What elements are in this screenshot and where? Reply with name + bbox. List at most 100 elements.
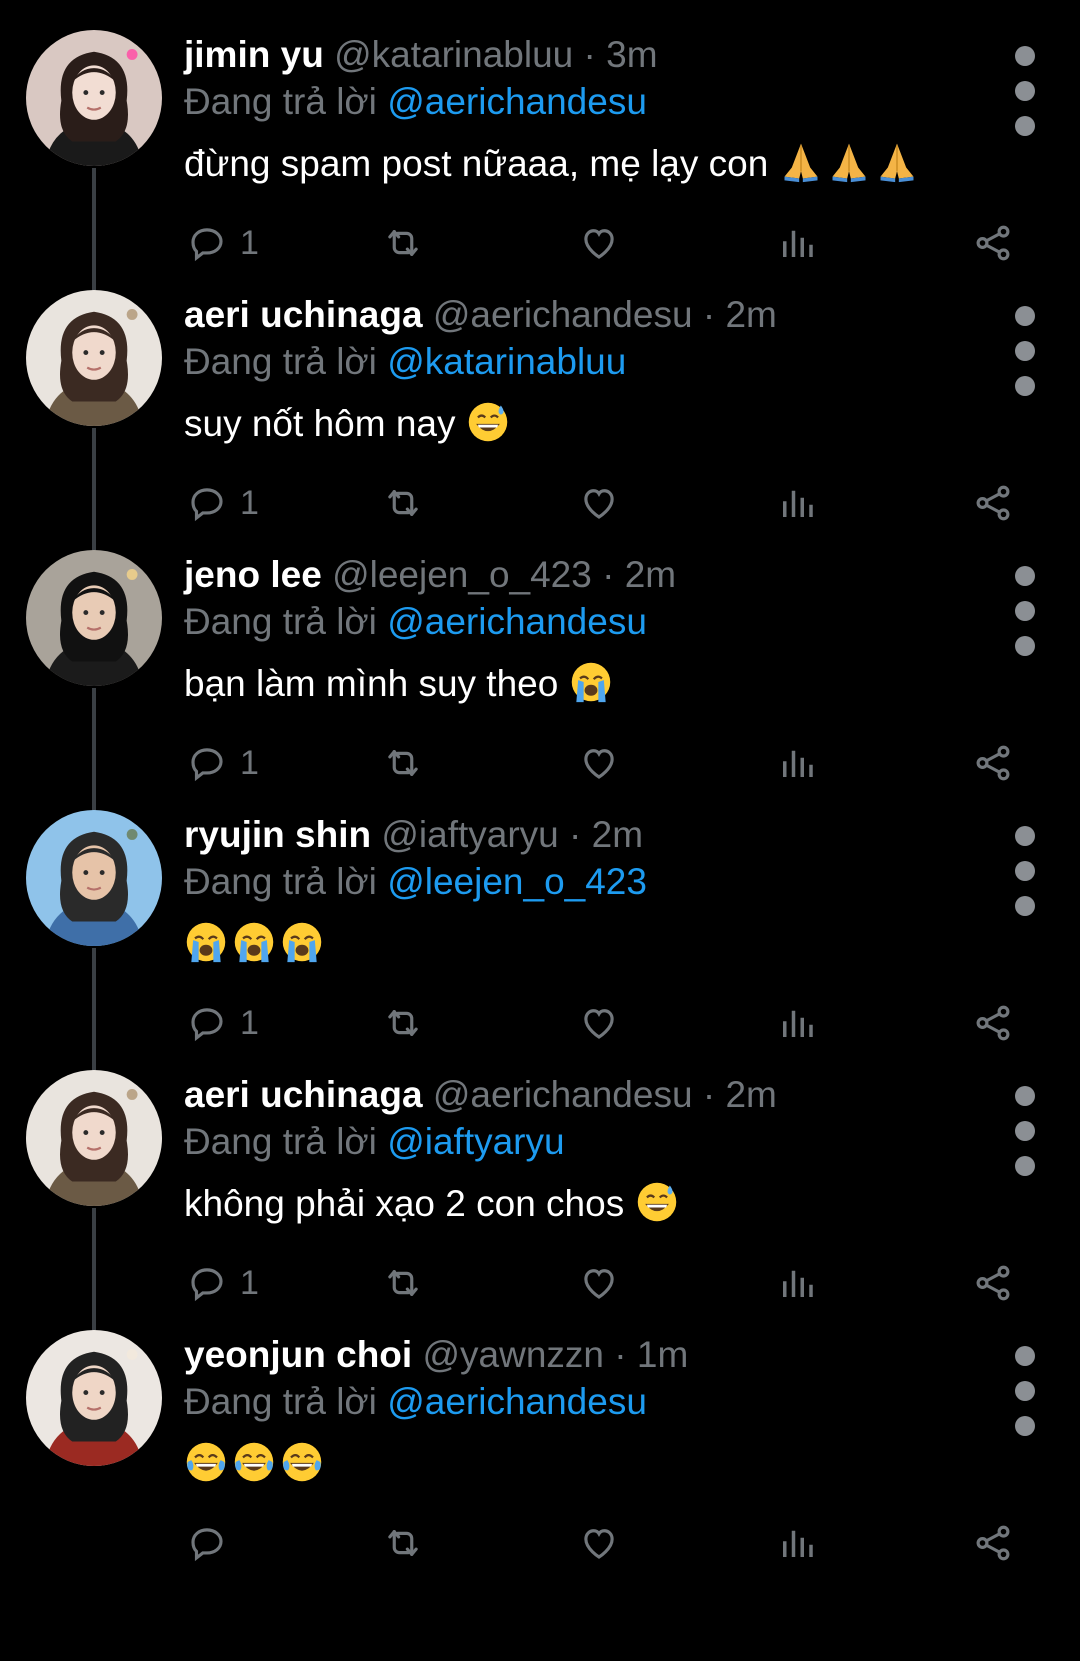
like-icon [578, 482, 620, 524]
more-options-icon[interactable] [1010, 1076, 1040, 1176]
display-name[interactable]: yeonjun choi [184, 1334, 412, 1375]
separator-dot: · [591, 554, 625, 595]
avatar[interactable] [26, 1330, 162, 1466]
timestamp[interactable]: 1m [637, 1334, 688, 1375]
like-icon [578, 1262, 620, 1304]
mention-link[interactable]: @leejen_o_423 [387, 861, 647, 902]
share-icon [972, 742, 1014, 784]
retweet-button[interactable] [382, 1518, 424, 1568]
more-options-icon[interactable] [1010, 1336, 1040, 1436]
like-button[interactable] [578, 1518, 620, 1568]
more-options-icon[interactable] [1010, 296, 1040, 396]
display-name[interactable]: aeri uchinaga [184, 1074, 423, 1115]
separator-dot: · [558, 814, 592, 855]
retweet-icon [382, 222, 424, 264]
tweet-header: aeri uchinaga @aerichandesu · 2m [184, 290, 777, 340]
reply-button[interactable] [186, 1518, 228, 1568]
replying-to: Đang trả lời @aerichandesu [184, 1378, 647, 1426]
tweet-reply[interactable]: yeonjun choi @yawnzzn · 1m Đang trả lời @… [0, 1300, 1080, 1576]
like-icon [578, 1002, 620, 1044]
share-button[interactable] [972, 1518, 1014, 1568]
replying-to-label: Đang trả lời [184, 81, 377, 122]
share-icon [972, 1262, 1014, 1304]
reply-thread: jimin yu @katarinabluu · 3m Đang trả lời … [0, 0, 1080, 1661]
reply-icon [186, 1002, 228, 1044]
mention-link[interactable]: @iaftyaryu [387, 1121, 564, 1162]
display-name[interactable]: jimin yu [184, 34, 324, 75]
mention-link[interactable]: @aerichandesu [387, 601, 647, 642]
replying-to: Đang trả lời @aerichandesu [184, 598, 647, 646]
grinning-sweat-emoji [635, 1180, 679, 1224]
avatar[interactable] [26, 1070, 162, 1206]
timestamp[interactable]: 2m [625, 554, 676, 595]
display-name[interactable]: jeno lee [184, 554, 322, 595]
tweet-header: jimin yu @katarinabluu · 3m [184, 30, 658, 80]
tweet-text [184, 916, 328, 972]
user-handle[interactable]: @aerichandesu [433, 1074, 693, 1115]
retweet-icon [382, 742, 424, 784]
avatar[interactable] [26, 810, 162, 946]
tweet-reply[interactable]: jimin yu @katarinabluu · 3m Đang trả lời … [0, 0, 1080, 320]
timestamp[interactable]: 3m [606, 34, 657, 75]
loudly-crying-emoji [569, 660, 613, 704]
replying-to-label: Đang trả lời [184, 861, 377, 902]
tweet-header: aeri uchinaga @aerichandesu · 2m [184, 1070, 777, 1120]
avatar[interactable] [26, 30, 162, 166]
tweet-text: bạn làm mình suy theo [184, 656, 617, 712]
reply-icon [186, 742, 228, 784]
user-handle[interactable]: @iaftyaryu [381, 814, 558, 855]
loudly-crying-emoji [184, 920, 228, 964]
share-icon [972, 482, 1014, 524]
separator-dot: · [692, 1074, 726, 1115]
like-icon [578, 222, 620, 264]
tweet-reply[interactable]: aeri uchinaga @aerichandesu · 2m Đang trả… [0, 260, 1080, 580]
loudly-crying-emoji [280, 920, 324, 964]
timestamp[interactable]: 2m [725, 294, 776, 335]
share-icon [972, 1002, 1014, 1044]
user-handle[interactable]: @yawnzzn [422, 1334, 604, 1375]
tears-of-joy-emoji [232, 1440, 276, 1484]
tweet-reply[interactable]: jeno lee @leejen_o_423 · 2m Đang trả lời … [0, 520, 1080, 840]
views-icon [776, 222, 818, 264]
folded-hands-emoji [827, 140, 871, 184]
user-handle[interactable]: @leejen_o_423 [332, 554, 592, 595]
tweet-text-content: không phải xạo 2 con chos [184, 1183, 625, 1224]
mention-link[interactable]: @aerichandesu [387, 81, 647, 122]
tears-of-joy-emoji [184, 1440, 228, 1484]
mention-link[interactable]: @katarinabluu [387, 341, 626, 382]
views-icon [776, 1002, 818, 1044]
user-handle[interactable]: @aerichandesu [433, 294, 693, 335]
reply-icon [186, 1262, 228, 1304]
replying-to: Đang trả lời @katarinabluu [184, 338, 626, 386]
avatar[interactable] [26, 550, 162, 686]
display-name[interactable]: ryujin shin [184, 814, 371, 855]
tweet-header: ryujin shin @iaftyaryu · 2m [184, 810, 643, 860]
more-options-icon[interactable] [1010, 556, 1040, 656]
tweet-text: suy nốt hôm nay [184, 396, 514, 452]
retweet-icon [382, 1522, 424, 1564]
user-handle[interactable]: @katarinabluu [334, 34, 573, 75]
share-icon [972, 1522, 1014, 1564]
like-icon [578, 1522, 620, 1564]
tweet-reply[interactable]: ryujin shin @iaftyaryu · 2m Đang trả lời … [0, 780, 1080, 1100]
retweet-icon [382, 482, 424, 524]
timestamp[interactable]: 2m [592, 814, 643, 855]
more-options-icon[interactable] [1010, 36, 1040, 136]
replying-to-label: Đang trả lời [184, 1121, 377, 1162]
tweet-reply[interactable]: aeri uchinaga @aerichandesu · 2m Đang trả… [0, 1040, 1080, 1360]
timestamp[interactable]: 2m [725, 1074, 776, 1115]
loudly-crying-emoji [232, 920, 276, 964]
separator-dot: · [603, 1334, 637, 1375]
tweet-text-content: suy nốt hôm nay [184, 403, 456, 444]
views-button[interactable] [776, 1518, 818, 1568]
views-icon [776, 742, 818, 784]
views-icon [776, 482, 818, 524]
mention-link[interactable]: @aerichandesu [387, 1381, 647, 1422]
separator-dot: · [573, 34, 607, 75]
replying-to: Đang trả lời @iaftyaryu [184, 1118, 565, 1166]
display-name[interactable]: aeri uchinaga [184, 294, 423, 335]
retweet-icon [382, 1262, 424, 1304]
more-options-icon[interactable] [1010, 816, 1040, 916]
folded-hands-emoji [875, 140, 919, 184]
avatar[interactable] [26, 290, 162, 426]
